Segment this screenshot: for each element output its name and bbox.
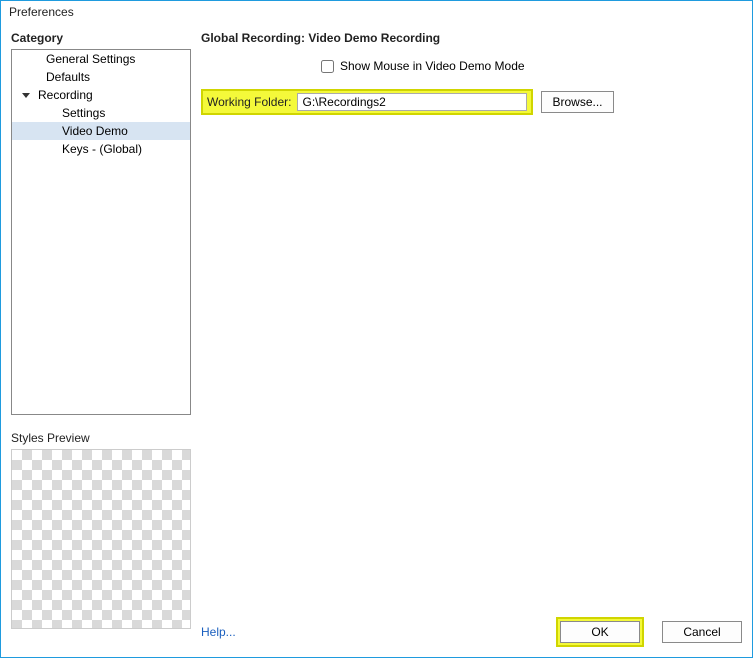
cancel-button[interactable]: Cancel	[662, 621, 742, 643]
show-mouse-checkbox[interactable]	[321, 60, 334, 73]
left-pane: Category General Settings Defaults Recor…	[11, 29, 191, 647]
preferences-window: Preferences Category General Settings De…	[0, 0, 753, 658]
tree-item-label: Defaults	[46, 70, 90, 84]
working-folder-input[interactable]	[297, 93, 527, 111]
tree-item-label: Settings	[62, 106, 105, 120]
tree-item-video-demo[interactable]: Video Demo	[12, 122, 190, 140]
show-mouse-row: Show Mouse in Video Demo Mode	[321, 59, 742, 73]
help-link[interactable]: Help...	[201, 625, 236, 639]
browse-button[interactable]: Browse...	[541, 91, 613, 113]
working-folder-label: Working Folder:	[207, 95, 291, 109]
tree-item-label: Video Demo	[62, 124, 128, 138]
tree-item-label: Recording	[38, 88, 93, 102]
show-mouse-label: Show Mouse in Video Demo Mode	[340, 59, 525, 73]
styles-preview-area	[11, 449, 191, 629]
help-link-label: Help...	[201, 625, 236, 639]
window-title: Preferences	[1, 1, 752, 25]
category-tree[interactable]: General Settings Defaults Recording Sett…	[11, 49, 191, 415]
ok-button[interactable]: OK	[560, 621, 640, 643]
ok-highlight: OK	[556, 617, 644, 647]
tree-item-defaults[interactable]: Defaults	[12, 68, 190, 86]
tree-item-label: Keys - (Global)	[62, 142, 142, 156]
browse-button-label: Browse...	[552, 95, 602, 109]
right-pane: Global Recording: Video Demo Recording S…	[201, 29, 742, 647]
content-area: Category General Settings Defaults Recor…	[1, 25, 752, 657]
cancel-button-label: Cancel	[683, 625, 720, 639]
tree-item-recording[interactable]: Recording	[12, 86, 190, 104]
caret-down-icon[interactable]	[22, 93, 30, 98]
styles-preview-heading: Styles Preview	[11, 431, 191, 445]
section-title: Global Recording: Video Demo Recording	[201, 31, 742, 45]
working-folder-row: Working Folder: Browse...	[201, 89, 742, 115]
tree-item-keys-global[interactable]: Keys - (Global)	[12, 140, 190, 158]
ok-button-label: OK	[591, 625, 608, 639]
category-heading: Category	[11, 31, 191, 45]
footer: Help... OK Cancel	[201, 609, 742, 647]
working-folder-highlight: Working Folder:	[201, 89, 533, 115]
footer-buttons: OK Cancel	[556, 617, 742, 647]
tree-item-general-settings[interactable]: General Settings	[12, 50, 190, 68]
tree-item-label: General Settings	[46, 52, 135, 66]
tree-item-settings[interactable]: Settings	[12, 104, 190, 122]
